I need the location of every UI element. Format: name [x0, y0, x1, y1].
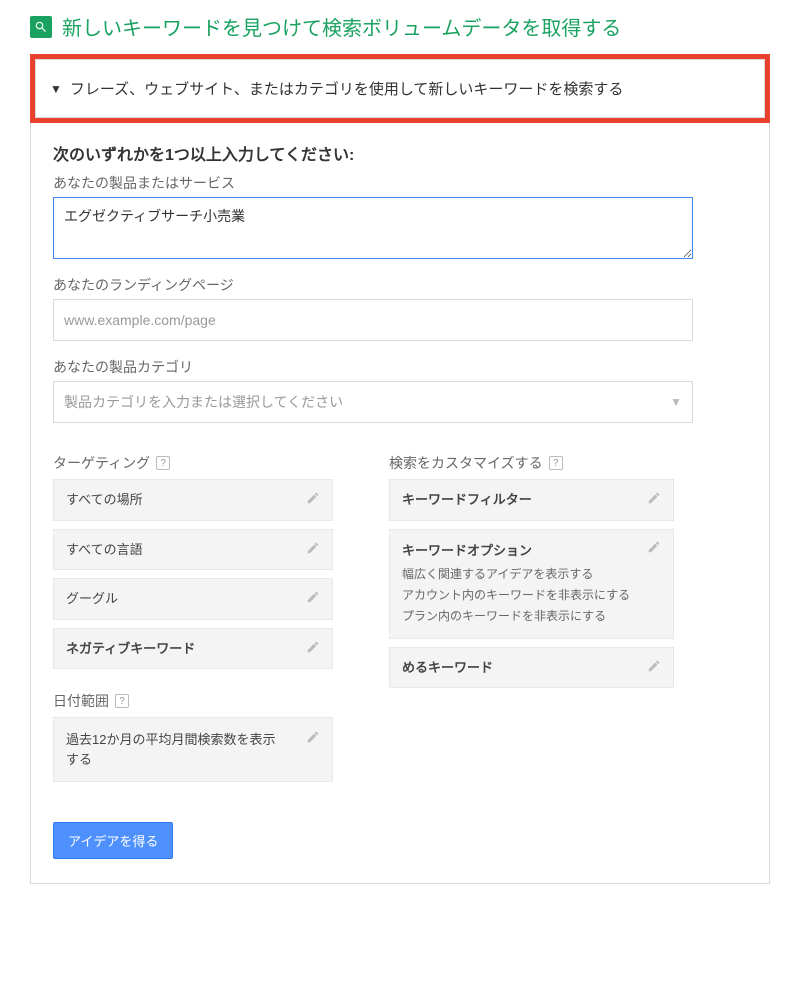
chevron-down-icon: ▼: [670, 395, 682, 409]
targeting-negative-label: ネガティブキーワード: [66, 639, 195, 659]
search-icon: [30, 16, 52, 38]
customize-header-label: 検索をカスタマイズする: [389, 453, 543, 473]
keyword-options-box[interactable]: キーワードオプション 幅広く関連するアイデアを表示する アカウント内のキーワード…: [389, 529, 674, 639]
help-icon[interactable]: ?: [549, 456, 563, 470]
category-label: あなたの製品カテゴリ: [53, 357, 747, 377]
targeting-languages[interactable]: すべての言語: [53, 529, 333, 571]
targeting-header-label: ターゲティング: [53, 453, 150, 473]
keyword-filter-box[interactable]: キーワードフィルター: [389, 479, 674, 521]
targeting-locations[interactable]: すべての場所: [53, 479, 333, 521]
category-select[interactable]: 製品カテゴリを入力または選択してください ▼: [53, 381, 693, 423]
help-icon[interactable]: ?: [156, 456, 170, 470]
date-range-header: 日付範囲 ?: [53, 691, 333, 711]
pencil-icon: [306, 640, 320, 657]
pencil-icon: [647, 540, 661, 557]
pencil-icon: [647, 659, 661, 676]
help-icon[interactable]: ?: [115, 694, 129, 708]
keyword-options-line2: アカウント内のキーワードを非表示にする: [402, 586, 661, 603]
targeting-negative[interactable]: ネガティブキーワード: [53, 628, 333, 670]
main-panel: 次のいずれかを1つ以上入力してください: あなたの製品またはサービス あなたのラ…: [30, 123, 770, 884]
expand-header-label: フレーズ、ウェブサイト、またはカテゴリを使用して新しいキーワードを検索する: [70, 78, 624, 99]
page-title: 新しいキーワードを見つけて検索ボリュームデータを取得する: [62, 12, 621, 41]
triangle-down-icon: ▼: [50, 82, 62, 96]
get-ideas-button[interactable]: アイデアを得る: [53, 822, 173, 859]
targeting-networks[interactable]: グーグル: [53, 578, 333, 620]
keyword-include-label: めるキーワード: [402, 658, 493, 678]
product-label: あなたの製品またはサービス: [53, 173, 747, 193]
category-placeholder: 製品カテゴリを入力または選択してください: [64, 392, 343, 412]
expand-header[interactable]: ▼ フレーズ、ウェブサイト、またはカテゴリを使用して新しいキーワードを検索する: [35, 59, 765, 118]
pencil-icon: [306, 590, 320, 607]
pencil-icon: [647, 491, 661, 508]
targeting-languages-label: すべての言語: [66, 540, 143, 560]
date-range-box[interactable]: 過去12か月の平均月間検索数を表示する: [53, 717, 333, 782]
landing-label: あなたのランディングページ: [53, 275, 747, 295]
keyword-filter-label: キーワードフィルター: [402, 490, 532, 510]
pencil-icon: [306, 730, 320, 769]
pencil-icon: [306, 541, 320, 558]
keyword-options-title: キーワードオプション: [402, 540, 661, 559]
keyword-options-line3: プラン内のキーワードを非表示にする: [402, 607, 661, 624]
landing-input[interactable]: [53, 299, 693, 341]
pencil-icon: [306, 491, 320, 508]
date-range-text: 過去12か月の平均月間検索数を表示する: [66, 730, 286, 769]
product-input[interactable]: [53, 197, 693, 259]
highlighted-section: ▼ フレーズ、ウェブサイト、またはカテゴリを使用して新しいキーワードを検索する: [30, 54, 770, 123]
targeting-header: ターゲティング ?: [53, 453, 333, 473]
instruction-text: 次のいずれかを1つ以上入力してください:: [53, 141, 747, 165]
keyword-include-box[interactable]: めるキーワード: [389, 647, 674, 689]
keyword-options-line1: 幅広く関連するアイデアを表示する: [402, 565, 661, 582]
customize-header: 検索をカスタマイズする ?: [389, 453, 674, 473]
targeting-networks-label: グーグル: [66, 589, 118, 609]
targeting-locations-label: すべての場所: [66, 490, 143, 510]
date-range-header-label: 日付範囲: [53, 691, 109, 711]
